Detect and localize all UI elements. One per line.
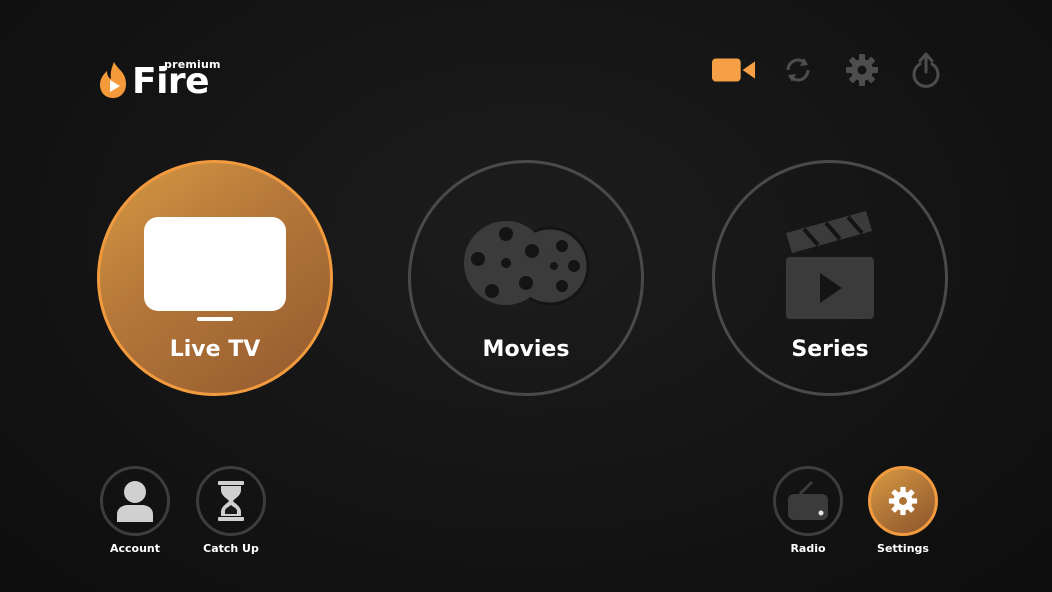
- tv-icon: [144, 217, 286, 321]
- account-circle: [100, 466, 170, 536]
- exit-button[interactable]: [904, 50, 948, 90]
- logo-brand-text: Fire: [132, 61, 210, 102]
- settings-label: Settings: [877, 542, 929, 555]
- radio-icon: [788, 480, 828, 520]
- app-logo: premium Fire: [96, 56, 220, 102]
- catch-up-circle: [196, 466, 266, 536]
- hourglass-icon: [218, 481, 244, 521]
- clapperboard-icon: [786, 211, 874, 319]
- tile-series[interactable]: Series: [712, 160, 948, 396]
- tile-live-tv-label: Live TV: [169, 337, 261, 362]
- home-screen: premium Fire Live TV Movies Series Accou…: [0, 0, 1052, 592]
- refresh-button[interactable]: [776, 50, 820, 90]
- settings-circle: [868, 466, 938, 536]
- gear-icon: [888, 486, 918, 516]
- flame-logo-icon: [100, 62, 126, 98]
- power-icon: [912, 52, 940, 88]
- film-reel-icon: [464, 221, 590, 306]
- video-camera-icon: [712, 58, 756, 82]
- refresh-icon: [786, 58, 810, 82]
- user-icon: [117, 481, 153, 522]
- catch-up-button[interactable]: Catch Up: [194, 466, 268, 555]
- gear-icon: [846, 54, 878, 86]
- top-toolbar: [712, 50, 948, 90]
- account-label: Account: [109, 542, 161, 555]
- tile-movies[interactable]: Movies: [408, 160, 644, 396]
- radio-label: Radio: [790, 542, 826, 555]
- catch-up-label: Catch Up: [203, 542, 259, 555]
- radio-circle: [773, 466, 843, 536]
- tile-movies-label: Movies: [482, 337, 570, 362]
- tile-live-tv[interactable]: Live TV: [97, 160, 333, 396]
- settings-button[interactable]: Settings: [866, 466, 940, 555]
- radio-button[interactable]: Radio: [771, 466, 845, 555]
- account-button[interactable]: Account: [98, 466, 172, 555]
- settings-top-button[interactable]: [840, 50, 884, 90]
- tile-series-label: Series: [791, 337, 869, 362]
- record-button[interactable]: [712, 50, 756, 90]
